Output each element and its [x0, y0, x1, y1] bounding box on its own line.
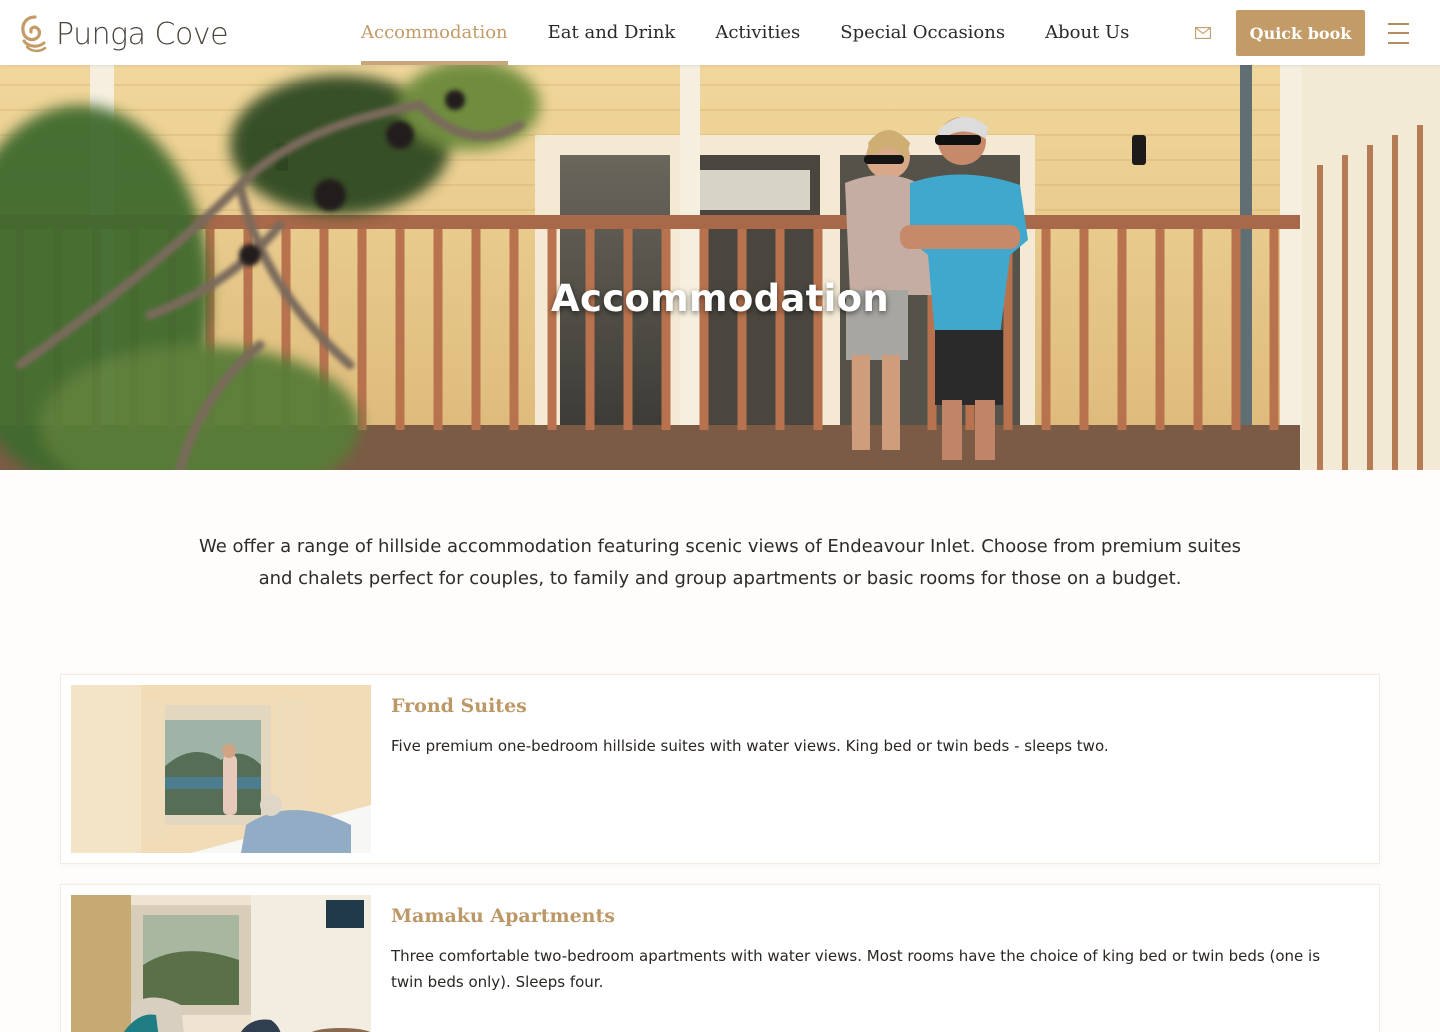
- listing-description: Three comfortable two-bedroom apartments…: [391, 947, 1321, 991]
- listing-description: Five premium one-bedroom hillside suites…: [391, 737, 1109, 755]
- listing-title[interactable]: Mamaku Apartments: [391, 905, 615, 927]
- envelope-icon[interactable]: [1195, 27, 1211, 39]
- listing-card-frond-suites[interactable]: Frond Suites Five premium one-bedroom hi…: [60, 674, 1380, 864]
- site-logo[interactable]: Punga Cove: [20, 14, 229, 54]
- listing-card-mamaku-apartments[interactable]: Mamaku Apartments Three comfortable two-…: [60, 884, 1380, 1032]
- hero-photo: [0, 65, 1440, 470]
- site-header: Punga Cove Accommodation Eat and Drink A…: [0, 0, 1440, 65]
- hamburger-menu-icon[interactable]: [1388, 22, 1409, 44]
- main-nav: Accommodation Eat and Drink Activities S…: [361, 0, 1169, 65]
- hero-title: Accommodation: [551, 277, 889, 320]
- nav-item-special-occasions[interactable]: Special Occasions: [840, 0, 1005, 65]
- quick-book-button[interactable]: Quick book: [1236, 10, 1365, 56]
- intro-text: We offer a range of hillside accommodati…: [198, 536, 1242, 589]
- frond-suites-photo: [71, 685, 371, 853]
- fern-logo-icon: [21, 15, 47, 53]
- listing-title[interactable]: Frond Suites: [391, 695, 527, 717]
- hero-banner: Accommodation: [0, 65, 1440, 470]
- nav-item-eat-and-drink[interactable]: Eat and Drink: [548, 0, 676, 65]
- nav-item-activities[interactable]: Activities: [715, 0, 800, 65]
- mamaku-apartments-photo: [71, 895, 371, 1032]
- nav-item-accommodation[interactable]: Accommodation: [361, 0, 508, 65]
- brand-name: Punga Cove: [56, 16, 229, 52]
- nav-item-about-us[interactable]: About Us: [1045, 0, 1129, 65]
